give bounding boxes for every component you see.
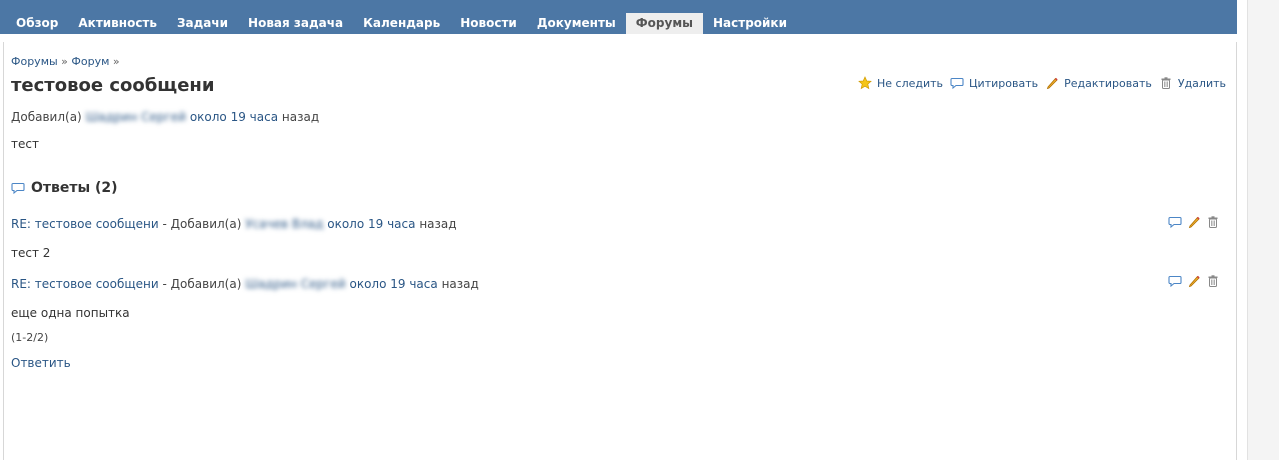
page-title: тестовое сообщени [11,75,215,96]
topic-author-line: Добавил(а) Шадрин Сергей около 19 часа н… [11,110,319,124]
pencil-icon[interactable] [1187,274,1201,288]
time-link[interactable]: около 19 часа [190,110,278,124]
reply-link[interactable]: Ответить [11,356,71,370]
comment-icon [950,76,964,90]
reply-actions [1163,274,1220,288]
author-link[interactable]: Шадрин Сергей [86,110,186,124]
unwatch-button[interactable]: Не следить [858,76,943,90]
star-icon [858,76,872,90]
quote-icon[interactable] [1168,215,1182,229]
quote-label: Цитировать [969,76,1039,90]
unwatch-label: Не следить [876,76,944,90]
reply-dash: - [158,217,171,231]
reply-actions [1163,215,1220,229]
reply-body: тест 2 [11,246,51,260]
ago-text: назад [419,217,457,231]
tab-overview[interactable]: Обзор [6,13,68,34]
answers-heading: Ответы (2) [11,180,118,196]
added-by-text: Добавил(а) [11,110,82,124]
added-by-text: Добавил(а) [170,277,242,291]
delete-button[interactable]: Удалить [1159,76,1226,90]
author-link[interactable]: Шадрин Сергей [245,277,345,291]
content-area: Форумы » Форум » тестовое сообщени Не сл… [3,42,1237,460]
time-link[interactable]: около 19 часа [350,277,438,291]
answers-heading-text: Ответы (2) [31,180,118,196]
tab-forums[interactable]: Форумы [625,13,703,34]
topic-body: тест [11,137,39,151]
scrollbar[interactable] [1247,0,1279,460]
quote-icon[interactable] [1168,274,1182,288]
trash-icon [1159,76,1173,90]
edit-label: Редактировать [1064,76,1152,90]
trash-icon[interactable] [1206,215,1220,229]
author-link[interactable]: Усачев Влад [245,217,323,231]
quote-button[interactable]: Цитировать [950,76,1038,90]
topic-actions: Не следить Цитировать Редактировать Удал… [851,76,1226,90]
reply-dash: - [158,277,171,291]
main-menu-bar: Обзор Активность Задачи Новая задача Кал… [0,0,1237,34]
tab-calendar[interactable]: Календарь [353,13,450,34]
tab-settings[interactable]: Настройки [703,13,797,34]
breadcrumb: Форумы » Форум » [11,55,120,68]
reply-header: RE: тестовое сообщени - Добавил(а) Усаче… [11,217,457,231]
tab-new-issue[interactable]: Новая задача [238,13,353,34]
ago-text: назад [281,110,320,124]
reply-header: RE: тестовое сообщени - Добавил(а) Шадри… [11,277,479,291]
added-by-text: Добавил(а) [170,217,242,231]
edit-button[interactable]: Редактировать [1045,76,1152,90]
ago-text: назад [441,277,479,291]
tab-issues[interactable]: Задачи [167,13,238,34]
reply-body: еще одна попытка [11,306,130,320]
menu-bar-spacer [0,34,1237,42]
delete-label: Удалить [1177,76,1226,90]
reply-subject-link[interactable]: RE: тестовое сообщени [11,277,159,291]
reply-subject-link[interactable]: RE: тестовое сообщени [11,217,159,231]
trash-icon[interactable] [1206,274,1220,288]
breadcrumb-separator: » [57,55,72,68]
breadcrumb-forum-link[interactable]: Форум [71,55,109,68]
pencil-icon [1045,76,1059,90]
pencil-icon[interactable] [1187,215,1201,229]
tab-activity[interactable]: Активность [68,13,167,34]
time-link[interactable]: около 19 часа [327,217,415,231]
pagination-info: (1-2/2) [11,331,49,344]
main-menu-tabs: Обзор Активность Задачи Новая задача Кал… [6,13,797,34]
breadcrumb-separator: » [109,55,120,68]
tab-news[interactable]: Новости [450,13,527,34]
comment-icon [11,181,25,195]
tab-documents[interactable]: Документы [527,13,626,34]
breadcrumb-forums-link[interactable]: Форумы [11,55,58,68]
